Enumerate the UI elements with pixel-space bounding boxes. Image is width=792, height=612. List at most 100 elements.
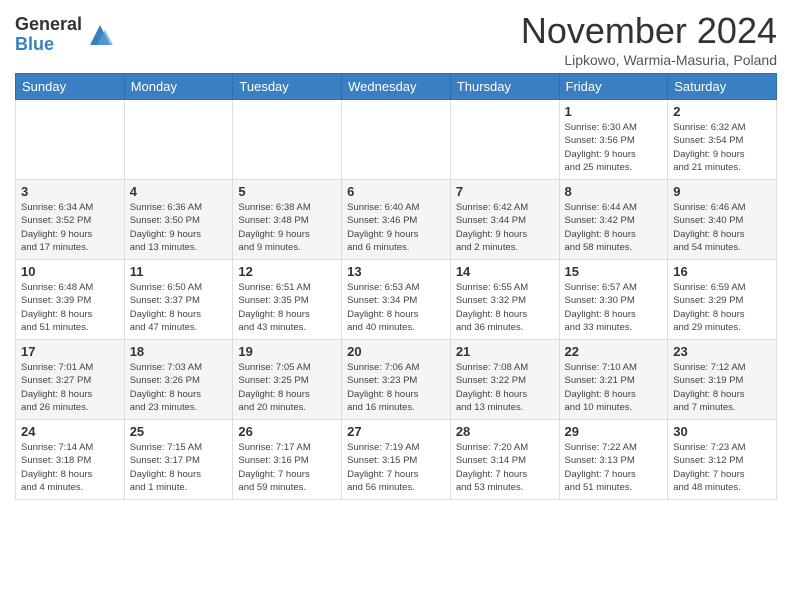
calendar-cell-4-4: 28 Sunrise: 7:20 AMSunset: 3:14 PMDayligh…: [450, 420, 559, 500]
day-info: Sunrise: 7:19 AMSunset: 3:15 PMDaylight:…: [347, 441, 445, 494]
day-number: 3: [21, 184, 119, 199]
month-title: November 2024: [521, 10, 777, 52]
calendar-cell-4-5: 29Sunrise: 7:22 AMSunset: 3:13 PMDayligh…: [559, 420, 668, 500]
day-number: 23: [673, 344, 771, 359]
day-info: Sunrise: 6:36 AMSunset: 3:50 PMDaylight:…: [130, 201, 228, 254]
calendar-header-row: Sunday Monday Tuesday Wednesday Thursday…: [16, 74, 777, 100]
calendar-cell-3-5: 22Sunrise: 7:10 AMSunset: 3:21 PMDayligh…: [559, 340, 668, 420]
week-row-4: 24 Sunrise: 7:14 AMSunset: 3:18 PMDayligh…: [16, 420, 777, 500]
calendar-cell-1-3: 6 Sunrise: 6:40 AMSunset: 3:46 PMDaylight…: [342, 180, 451, 260]
header-sunday: Sunday: [16, 74, 125, 100]
day-info: Sunrise: 6:53 AMSunset: 3:34 PMDaylight:…: [347, 281, 445, 334]
day-number: 20: [347, 344, 445, 359]
logo-general: General: [15, 15, 82, 35]
day-number: 29: [565, 424, 663, 439]
day-info: Sunrise: 7:17 AMSunset: 3:16 PMDaylight:…: [238, 441, 336, 494]
day-number: 19: [238, 344, 336, 359]
day-info: Sunrise: 7:20 AMSunset: 3:14 PMDaylight:…: [456, 441, 554, 494]
day-number: 25: [130, 424, 228, 439]
day-info: Sunrise: 6:38 AMSunset: 3:48 PMDaylight:…: [238, 201, 336, 254]
day-number: 10: [21, 264, 119, 279]
calendar-cell-3-1: 18 Sunrise: 7:03 AMSunset: 3:26 PMDayligh…: [124, 340, 233, 420]
day-info: Sunrise: 7:03 AMSunset: 3:26 PMDaylight:…: [130, 361, 228, 414]
day-number: 11: [130, 264, 228, 279]
day-number: 7: [456, 184, 554, 199]
day-info: Sunrise: 7:10 AMSunset: 3:21 PMDaylight:…: [565, 361, 663, 414]
calendar-cell-0-6: 2 Sunrise: 6:32 AMSunset: 3:54 PMDaylight…: [668, 100, 777, 180]
calendar-cell-0-1: [124, 100, 233, 180]
calendar-cell-1-1: 4 Sunrise: 6:36 AMSunset: 3:50 PMDaylight…: [124, 180, 233, 260]
day-number: 4: [130, 184, 228, 199]
day-info: Sunrise: 7:23 AMSunset: 3:12 PMDaylight:…: [673, 441, 771, 494]
logo-icon: [85, 20, 115, 50]
calendar-cell-4-1: 25Sunrise: 7:15 AMSunset: 3:17 PMDayligh…: [124, 420, 233, 500]
day-info: Sunrise: 6:48 AMSunset: 3:39 PMDaylight:…: [21, 281, 119, 334]
location: Lipkowo, Warmia-Masuria, Poland: [521, 52, 777, 68]
day-info: Sunrise: 6:57 AMSunset: 3:30 PMDaylight:…: [565, 281, 663, 334]
day-number: 16: [673, 264, 771, 279]
day-info: Sunrise: 7:08 AMSunset: 3:22 PMDaylight:…: [456, 361, 554, 414]
header-wednesday: Wednesday: [342, 74, 451, 100]
day-info: Sunrise: 6:32 AMSunset: 3:54 PMDaylight:…: [673, 121, 771, 174]
day-number: 18: [130, 344, 228, 359]
day-info: Sunrise: 7:05 AMSunset: 3:25 PMDaylight:…: [238, 361, 336, 414]
week-row-0: 1 Sunrise: 6:30 AMSunset: 3:56 PMDaylight…: [16, 100, 777, 180]
day-info: Sunrise: 6:44 AMSunset: 3:42 PMDaylight:…: [565, 201, 663, 254]
header-tuesday: Tuesday: [233, 74, 342, 100]
calendar-cell-2-6: 16 Sunrise: 6:59 AMSunset: 3:29 PMDayligh…: [668, 260, 777, 340]
week-row-3: 17 Sunrise: 7:01 AMSunset: 3:27 PMDayligh…: [16, 340, 777, 420]
calendar-cell-4-6: 30 Sunrise: 7:23 AMSunset: 3:12 PMDayligh…: [668, 420, 777, 500]
calendar-cell-1-6: 9 Sunrise: 6:46 AMSunset: 3:40 PMDaylight…: [668, 180, 777, 260]
calendar-cell-1-4: 7 Sunrise: 6:42 AMSunset: 3:44 PMDaylight…: [450, 180, 559, 260]
logo-text: General Blue: [15, 15, 82, 55]
day-info: Sunrise: 6:46 AMSunset: 3:40 PMDaylight:…: [673, 201, 771, 254]
calendar-cell-2-0: 10 Sunrise: 6:48 AMSunset: 3:39 PMDayligh…: [16, 260, 125, 340]
calendar-cell-0-5: 1 Sunrise: 6:30 AMSunset: 3:56 PMDaylight…: [559, 100, 668, 180]
calendar-cell-3-3: 20 Sunrise: 7:06 AMSunset: 3:23 PMDayligh…: [342, 340, 451, 420]
calendar-cell-2-2: 12Sunrise: 6:51 AMSunset: 3:35 PMDayligh…: [233, 260, 342, 340]
day-number: 1: [565, 104, 663, 119]
day-info: Sunrise: 7:14 AMSunset: 3:18 PMDaylight:…: [21, 441, 119, 494]
day-info: Sunrise: 7:06 AMSunset: 3:23 PMDaylight:…: [347, 361, 445, 414]
day-number: 12: [238, 264, 336, 279]
calendar-cell-2-5: 15Sunrise: 6:57 AMSunset: 3:30 PMDayligh…: [559, 260, 668, 340]
day-number: 8: [565, 184, 663, 199]
day-number: 14: [456, 264, 554, 279]
day-number: 17: [21, 344, 119, 359]
day-number: 5: [238, 184, 336, 199]
day-info: Sunrise: 6:34 AMSunset: 3:52 PMDaylight:…: [21, 201, 119, 254]
header: General Blue November 2024 Lipkowo, Warm…: [15, 10, 777, 68]
logo-blue: Blue: [15, 35, 82, 55]
calendar-cell-3-2: 19 Sunrise: 7:05 AMSunset: 3:25 PMDayligh…: [233, 340, 342, 420]
calendar-cell-2-4: 14 Sunrise: 6:55 AMSunset: 3:32 PMDayligh…: [450, 260, 559, 340]
day-info: Sunrise: 6:30 AMSunset: 3:56 PMDaylight:…: [565, 121, 663, 174]
calendar-cell-3-6: 23Sunrise: 7:12 AMSunset: 3:19 PMDayligh…: [668, 340, 777, 420]
header-thursday: Thursday: [450, 74, 559, 100]
day-info: Sunrise: 6:55 AMSunset: 3:32 PMDaylight:…: [456, 281, 554, 334]
day-info: Sunrise: 6:42 AMSunset: 3:44 PMDaylight:…: [456, 201, 554, 254]
calendar-cell-1-5: 8 Sunrise: 6:44 AMSunset: 3:42 PMDaylight…: [559, 180, 668, 260]
day-number: 6: [347, 184, 445, 199]
week-row-1: 3 Sunrise: 6:34 AMSunset: 3:52 PMDaylight…: [16, 180, 777, 260]
day-number: 30: [673, 424, 771, 439]
header-saturday: Saturday: [668, 74, 777, 100]
calendar-cell-4-3: 27Sunrise: 7:19 AMSunset: 3:15 PMDayligh…: [342, 420, 451, 500]
day-number: 9: [673, 184, 771, 199]
calendar-cell-4-0: 24 Sunrise: 7:14 AMSunset: 3:18 PMDayligh…: [16, 420, 125, 500]
calendar-cell-0-4: [450, 100, 559, 180]
calendar-cell-3-0: 17 Sunrise: 7:01 AMSunset: 3:27 PMDayligh…: [16, 340, 125, 420]
calendar-table: Sunday Monday Tuesday Wednesday Thursday…: [15, 73, 777, 500]
main-container: General Blue November 2024 Lipkowo, Warm…: [0, 0, 792, 505]
day-info: Sunrise: 6:50 AMSunset: 3:37 PMDaylight:…: [130, 281, 228, 334]
calendar-cell-3-4: 21Sunrise: 7:08 AMSunset: 3:22 PMDayligh…: [450, 340, 559, 420]
calendar-cell-1-2: 5 Sunrise: 6:38 AMSunset: 3:48 PMDaylight…: [233, 180, 342, 260]
calendar-cell-0-0: [16, 100, 125, 180]
day-number: 13: [347, 264, 445, 279]
day-info: Sunrise: 7:01 AMSunset: 3:27 PMDaylight:…: [21, 361, 119, 414]
calendar-cell-2-3: 13 Sunrise: 6:53 AMSunset: 3:34 PMDayligh…: [342, 260, 451, 340]
day-number: 24: [21, 424, 119, 439]
day-info: Sunrise: 6:40 AMSunset: 3:46 PMDaylight:…: [347, 201, 445, 254]
day-number: 2: [673, 104, 771, 119]
day-info: Sunrise: 6:59 AMSunset: 3:29 PMDaylight:…: [673, 281, 771, 334]
day-number: 28: [456, 424, 554, 439]
